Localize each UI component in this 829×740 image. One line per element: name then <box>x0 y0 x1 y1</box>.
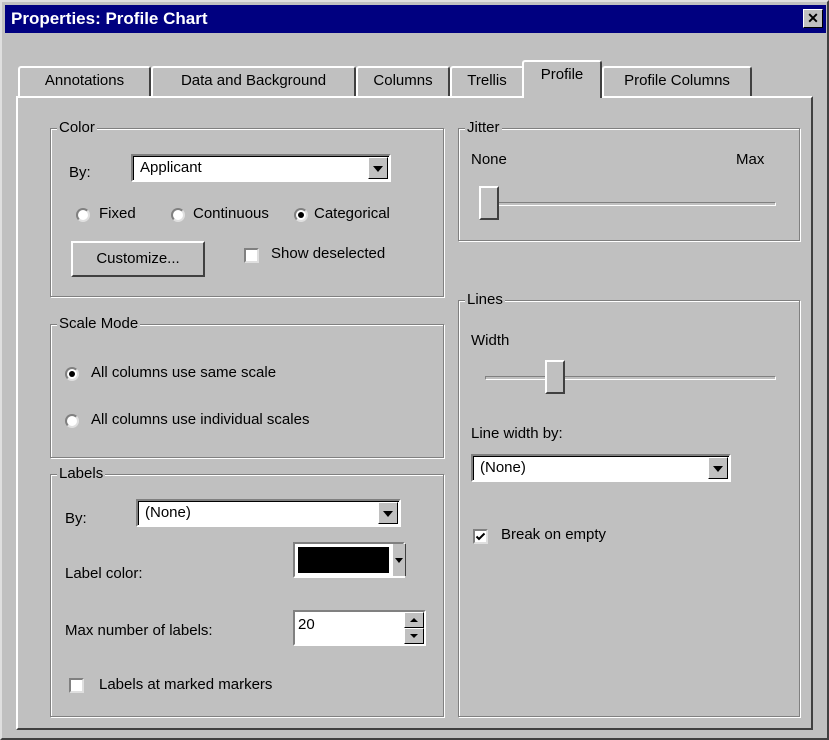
tab-profile[interactable]: Profile <box>522 60 602 98</box>
jitter-slider-thumb[interactable] <box>479 186 499 220</box>
jitter-legend: Jitter <box>465 118 502 138</box>
max-labels-spinner[interactable]: 20 <box>293 610 426 646</box>
title-bar[interactable]: Properties: Profile Chart ✕ <box>5 5 826 33</box>
color-by-label: By: <box>69 164 91 181</box>
line-width-by-label: Line width by: <box>471 425 563 442</box>
chevron-down-icon <box>410 634 418 638</box>
radio-categorical-label: Categorical <box>314 205 390 222</box>
close-button[interactable]: ✕ <box>803 9 823 28</box>
labels-group: Labels By: (None) Label color: Max numbe… <box>50 464 444 717</box>
line-width-by-value: (None) <box>480 459 526 476</box>
label-color-swatch <box>298 547 389 573</box>
line-width-by-dropdown-button[interactable] <box>708 457 728 479</box>
lines-group: Lines Width Line width by: (None) Break … <box>458 290 800 717</box>
window-title: Properties: Profile Chart <box>11 9 208 28</box>
color-by-dropdown[interactable]: Applicant <box>131 154 391 182</box>
tab-label: Profile Columns <box>624 72 730 89</box>
label-color-picker[interactable] <box>293 542 406 578</box>
radio-same-scale[interactable] <box>65 367 79 381</box>
break-on-empty-label: Break on empty <box>501 526 607 543</box>
tab-trellis[interactable]: Trellis <box>450 66 524 96</box>
tab-label: Annotations <box>44 72 125 89</box>
jitter-max-label: Max <box>736 151 765 168</box>
tab-data-and-background[interactable]: Data and Background <box>151 66 356 96</box>
labels-by-value: (None) <box>145 504 191 521</box>
jitter-min-label: None <box>471 151 507 168</box>
lines-width-slider-track[interactable] <box>485 376 776 380</box>
scale-mode-legend: Scale Mode <box>57 314 141 334</box>
close-icon: ✕ <box>807 10 819 26</box>
tab-label: Data and Background <box>180 72 327 89</box>
chevron-down-icon <box>713 466 723 472</box>
radio-selected-dot <box>298 212 304 218</box>
radio-categorical[interactable] <box>294 208 308 222</box>
labels-by-label: By: <box>65 510 87 527</box>
radio-fixed[interactable] <box>76 208 90 222</box>
lines-width-label: Width <box>471 332 510 349</box>
color-by-dropdown-button[interactable] <box>368 157 388 179</box>
radio-selected-dot <box>69 371 75 377</box>
show-deselected-label: Show deselected <box>271 245 386 262</box>
labels-by-dropdown[interactable]: (None) <box>136 499 401 527</box>
radio-same-scale-label: All columns use same scale <box>91 364 277 381</box>
radio-continuous[interactable] <box>171 208 185 222</box>
label-color-label: Label color: <box>65 565 143 582</box>
color-by-value: Applicant <box>140 159 202 176</box>
spinner-down-button[interactable] <box>404 628 424 644</box>
properties-dialog: Properties: Profile Chart ✕ Annotations … <box>0 0 829 740</box>
radio-fixed-label: Fixed <box>99 205 136 222</box>
label-color-dropdown-button[interactable] <box>392 544 406 576</box>
customize-button[interactable]: Customize... <box>71 241 205 277</box>
break-on-empty-checkbox[interactable] <box>473 529 488 544</box>
labels-legend: Labels <box>57 464 106 484</box>
radio-continuous-label: Continuous <box>193 205 269 222</box>
tab-label: Trellis <box>467 72 507 89</box>
tab-label: Profile <box>540 66 584 83</box>
show-deselected-checkbox[interactable] <box>244 248 259 263</box>
chevron-down-icon <box>383 511 393 517</box>
scale-mode-group: Scale Mode All columns use same scale Al… <box>50 314 444 458</box>
labels-marked-markers-label: Labels at marked markers <box>99 676 273 693</box>
labels-marked-markers-checkbox[interactable] <box>69 678 84 693</box>
jitter-group: Jitter None Max <box>458 118 800 241</box>
line-width-by-dropdown[interactable]: (None) <box>471 454 731 482</box>
lines-legend: Lines <box>465 290 505 310</box>
customize-button-label: Customize... <box>96 250 180 267</box>
color-group: Color By: Applicant Fixed Continuous Cat… <box>50 118 444 297</box>
max-labels-value: 20 <box>298 616 315 633</box>
tab-annotations[interactable]: Annotations <box>18 66 151 96</box>
max-labels-label: Max number of labels: <box>65 622 213 639</box>
radio-individual-scales-label: All columns use individual scales <box>91 411 310 428</box>
chevron-up-icon <box>410 618 418 622</box>
jitter-slider-track[interactable] <box>489 202 776 206</box>
chevron-down-icon <box>373 166 383 172</box>
tab-label: Columns <box>373 72 433 89</box>
labels-by-dropdown-button[interactable] <box>378 502 398 524</box>
color-legend: Color <box>57 118 97 138</box>
spinner-up-button[interactable] <box>404 612 424 628</box>
radio-individual-scales[interactable] <box>65 414 79 428</box>
checkmark-icon <box>475 532 486 541</box>
tab-columns[interactable]: Columns <box>356 66 450 96</box>
lines-width-slider-thumb[interactable] <box>544 360 565 394</box>
chevron-down-icon <box>395 558 403 563</box>
tab-profile-columns[interactable]: Profile Columns <box>602 66 752 96</box>
